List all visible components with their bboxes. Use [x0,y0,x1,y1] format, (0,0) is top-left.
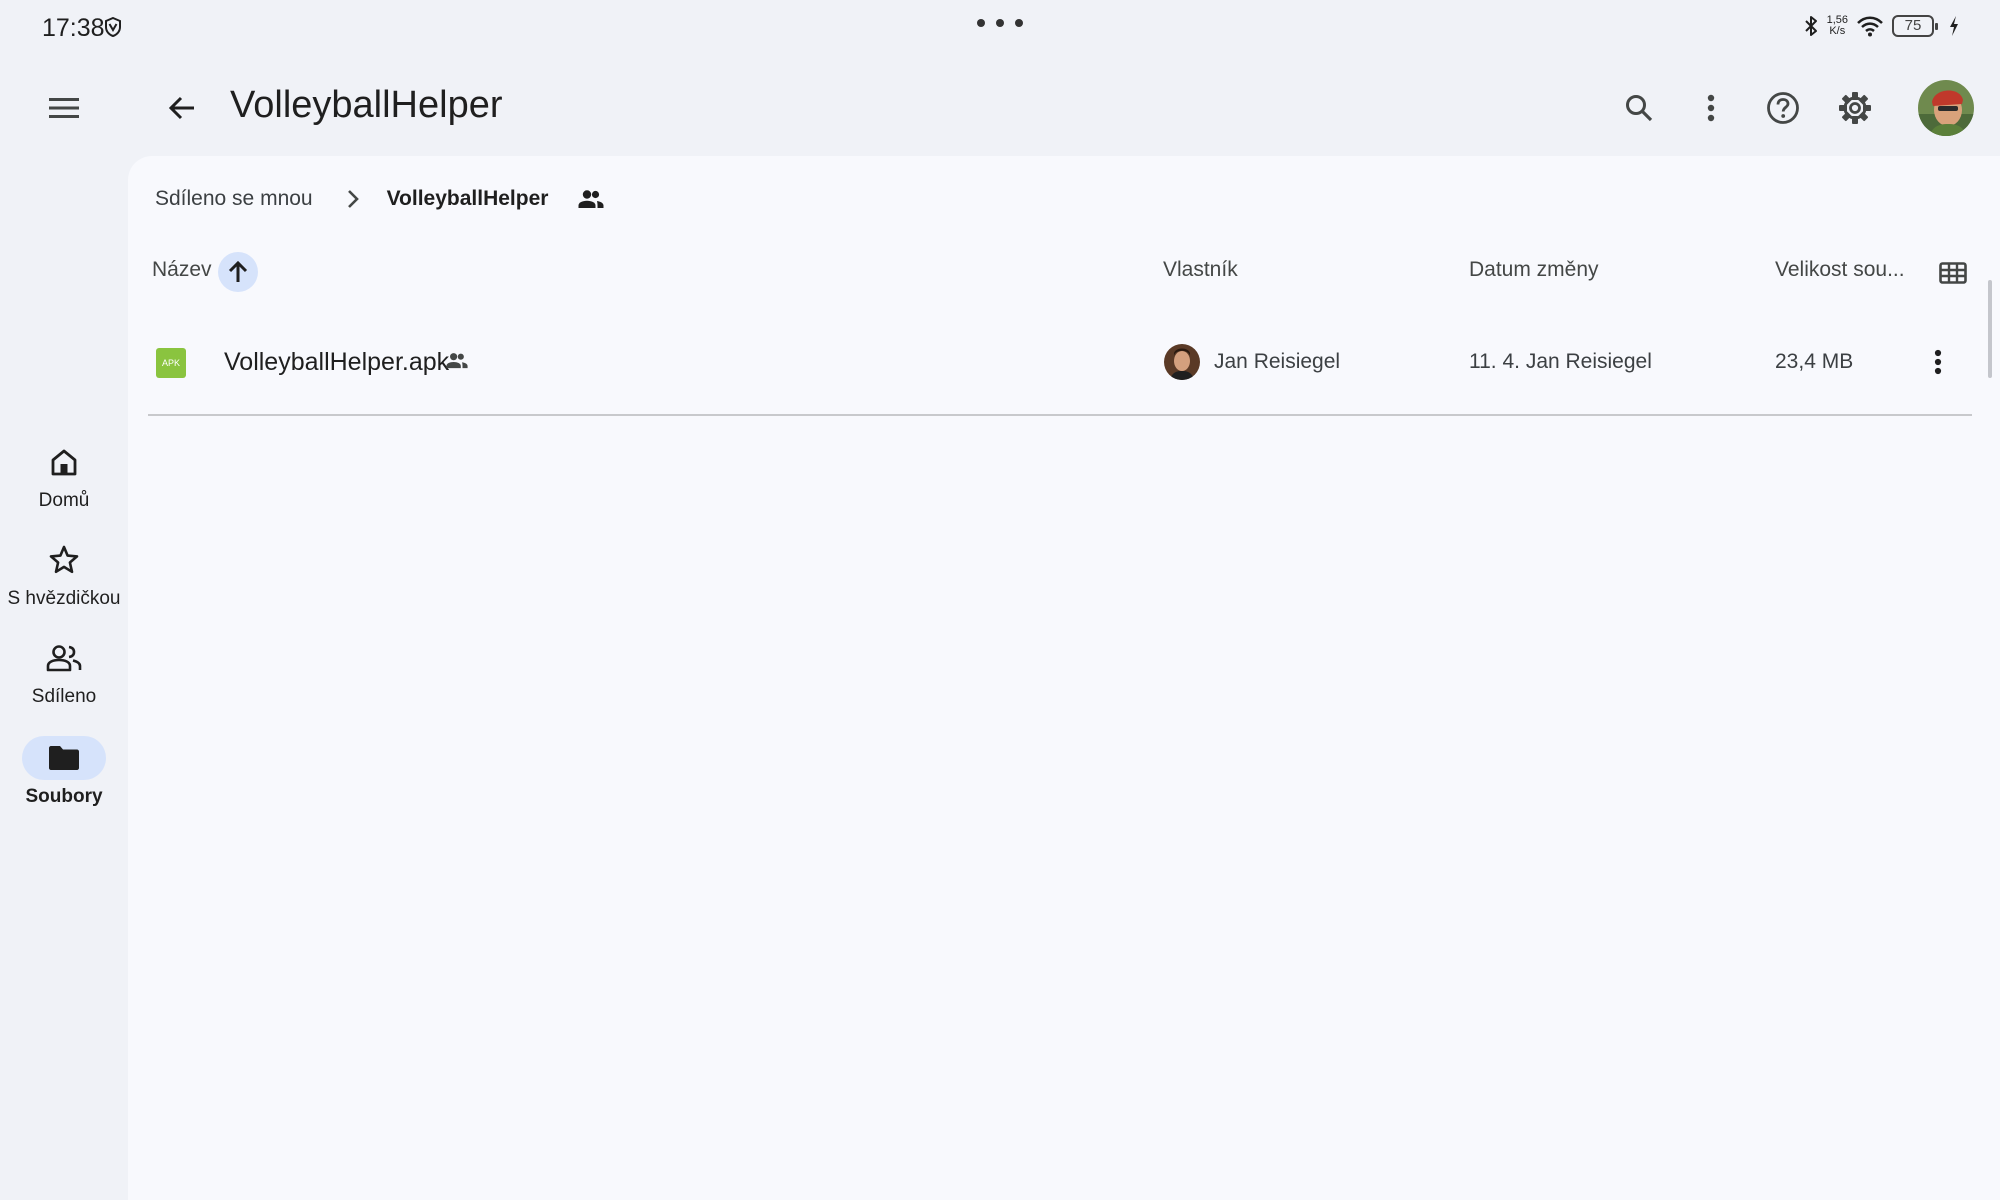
nav-label: Domů [38,490,90,511]
nav-label: Sdíleno [31,686,97,707]
breadcrumb: Sdíleno se mnou VolleyballHelper [155,184,604,214]
net-speed: 1,56 K/s [1827,15,1848,37]
nav-icon-pill [22,736,106,780]
account-avatar[interactable] [1918,80,1974,136]
scrollbar-thumb[interactable] [1988,280,1992,378]
row-more-options-button[interactable] [1914,338,1962,386]
nav-item-starred[interactable]: S hvězdičkou [0,538,128,610]
settings-gear-icon [1838,91,1872,125]
back-button[interactable] [154,80,210,136]
nav-label: Soubory [25,786,103,807]
nav-icon-pill [22,538,106,582]
apk-file-icon: APK [156,348,186,378]
file-name: VolleyballHelper.apk [224,348,450,376]
file-size: 23,4 MB [1775,350,1854,373]
file-row[interactable]: APK VolleyballHelper.apk Jan Reisiegel 1… [148,326,1972,416]
more-vert-icon [1934,349,1942,375]
help-icon [1766,91,1800,125]
nav-icon-pill [22,440,106,484]
settings-button[interactable] [1827,80,1883,136]
sort-direction-button[interactable] [218,252,258,292]
more-dots-icon[interactable] [976,18,1024,28]
owner-avatar [1164,344,1200,380]
vpn-shield-icon [104,17,122,37]
charging-icon [1948,15,1960,37]
status-bar: 17:38 1,56 K/s 75 [0,0,2000,56]
status-indicators: 1,56 K/s 75 [1803,14,1960,38]
breadcrumb-item-current: VolleyballHelper [386,187,549,210]
bluetooth-icon [1803,14,1819,38]
nav-item-shared[interactable]: Sdíleno [0,636,128,708]
grid-view-icon [1939,262,1967,284]
shared-people-icon [46,644,82,672]
modified-date: 11. 4. Jan Reisiegel [1469,350,1652,373]
back-arrow-icon [168,94,196,122]
folder-icon [48,745,80,771]
grid-view-toggle[interactable] [1936,256,1970,290]
nav-item-home[interactable]: Domů [0,440,128,512]
menu-icon [49,97,79,119]
home-icon [49,447,79,477]
more-vert-icon [1707,94,1715,122]
star-icon [48,544,80,576]
column-header-modified[interactable]: Datum změny [1469,258,1599,282]
people-icon [578,189,604,209]
status-time: 17:38 [42,14,105,42]
battery-icon: 75 [1892,15,1938,37]
help-button[interactable] [1755,80,1811,136]
nav-item-files[interactable]: Soubory [0,736,128,808]
column-header-name[interactable]: Název [152,258,212,282]
net-speed-unit: K/s [1829,25,1846,37]
main-panel [128,156,2000,1200]
column-header-size[interactable]: Velikost sou... [1775,258,1905,282]
chevron-right-icon [347,189,359,209]
column-header-owner[interactable]: Vlastník [1163,258,1238,282]
nav-label: S hvězdičkou [7,588,121,609]
menu-button[interactable] [36,80,92,136]
page-title: VolleyballHelper [230,84,503,126]
search-icon [1624,93,1654,123]
owner-name: Jan Reisiegel [1214,350,1341,373]
search-button[interactable] [1611,80,1667,136]
shared-people-icon [446,352,468,369]
nav-icon-pill [22,636,106,680]
arrow-up-icon [228,261,248,283]
wifi-icon [1856,15,1884,37]
more-options-button[interactable] [1683,80,1739,136]
breadcrumb-item-shared-with-me[interactable]: Sdíleno se mnou [155,187,313,211]
